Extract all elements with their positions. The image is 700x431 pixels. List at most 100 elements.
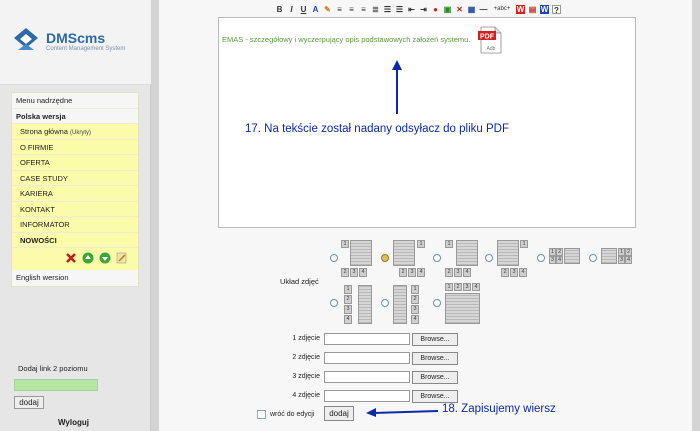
photo-file-input[interactable]	[324, 371, 410, 383]
layout-cell	[564, 248, 580, 264]
paste-icon[interactable]: ▤	[528, 5, 537, 14]
rich-text-editor[interactable]: EMAS - szczegółowy i wyczerpujący opis p…	[218, 17, 636, 228]
layout-cell: 3	[549, 256, 556, 264]
browse-button[interactable]: Browse...	[412, 390, 458, 403]
edit-icon[interactable]	[116, 252, 128, 264]
word-icon[interactable]: W	[540, 4, 549, 14]
layout-cell: 1	[417, 240, 425, 248]
layout-cell: 4	[359, 268, 367, 277]
layout-cell: 3	[408, 268, 416, 277]
font-color-button[interactable]: A	[311, 5, 320, 14]
layout-cell: 2	[411, 295, 419, 304]
layout-cell: 1	[445, 283, 453, 291]
layout-cell: 3	[411, 305, 419, 314]
layout-cell	[358, 285, 372, 324]
sidebar-item-case-study[interactable]: CASE STUDY	[12, 170, 138, 186]
move-down-icon[interactable]	[99, 252, 111, 264]
photo-label: 3 zdjęcie	[292, 373, 320, 380]
layout-cell: 2	[399, 268, 407, 277]
save-row-button[interactable]: dodaj	[324, 406, 354, 421]
english-version-link[interactable]: English wersion	[12, 270, 138, 286]
bold-button[interactable]: B	[275, 5, 284, 14]
align-justify-icon[interactable]: ≣	[371, 5, 380, 14]
layout-cell: 1	[549, 248, 556, 256]
layout-cell: 2	[454, 283, 462, 291]
sidebar-item-nowosci[interactable]: NOWOŚCI	[12, 232, 138, 248]
insert-text-button[interactable]: +abc+	[491, 5, 513, 14]
annotation-note-18: 18. Zapisujemy wiersz	[442, 403, 556, 415]
hidden-note: (Ukryty)	[70, 130, 92, 136]
align-left-icon[interactable]: ≡	[335, 5, 344, 14]
layout-cell: 4	[519, 268, 527, 277]
highlight-icon[interactable]: ✎	[323, 5, 332, 14]
editor-content[interactable]: EMAS - szczegółowy i wyczerpujący opis p…	[222, 35, 470, 44]
delete-icon[interactable]	[65, 252, 77, 264]
photo-label: 1 zdjęcie	[292, 335, 320, 342]
photo-file-input[interactable]	[324, 352, 410, 364]
help-icon[interactable]: ?	[552, 4, 561, 15]
sidebar-item-home[interactable]: Strona główna (Ukryty)	[12, 124, 138, 140]
unlink-icon[interactable]: ✕	[455, 5, 464, 14]
align-center-icon[interactable]: ≡	[347, 5, 356, 14]
bullet-list-icon[interactable]: ☰	[383, 5, 392, 14]
back-to-edit-label: wróć do edycji	[270, 411, 315, 418]
photo-label: 4 zdjęcie	[292, 392, 320, 399]
layout-cell	[393, 285, 407, 324]
layout-cell	[456, 240, 478, 266]
italic-button[interactable]: I	[287, 5, 296, 14]
browse-button[interactable]: Browse...	[412, 352, 458, 365]
layout-cell: 4	[411, 315, 419, 324]
sidebar-item-o-firmie[interactable]: O FIRMIE	[12, 139, 138, 155]
link-icon[interactable]: ●	[431, 5, 440, 14]
layout-cell: 1	[520, 240, 528, 248]
layout-cell: 4	[417, 268, 425, 277]
table-icon[interactable]: ▦	[467, 5, 476, 14]
layout-radio-3[interactable]	[433, 254, 441, 262]
move-up-icon[interactable]	[82, 252, 94, 264]
menu-parent-link[interactable]: Menu nadrzędne	[12, 93, 138, 109]
annotation-arrow-18	[366, 408, 439, 417]
layout-cell: 2	[501, 268, 509, 277]
underline-button[interactable]: U	[299, 5, 308, 14]
browse-button[interactable]: Browse...	[412, 333, 458, 346]
add-link-input[interactable]	[14, 379, 98, 391]
pdf-word-icon[interactable]: W	[516, 4, 525, 14]
layout-radio-4[interactable]	[485, 254, 493, 262]
logo-icon	[14, 28, 38, 50]
sidebar-item-informator[interactable]: INFORMATOR	[12, 217, 138, 233]
layout-radio-2[interactable]	[381, 254, 389, 262]
layout-radio-1[interactable]	[330, 254, 338, 262]
logo-subtitle: Content Management System	[46, 46, 126, 52]
logout-link[interactable]: Wyloguj	[58, 418, 89, 427]
layout-radio-5[interactable]	[537, 254, 545, 262]
add-link-button[interactable]: dodaj	[14, 396, 44, 409]
horizontal-rule-icon[interactable]: —	[479, 5, 488, 14]
layout-radio-6[interactable]	[589, 254, 597, 262]
layout-cell: 2	[556, 248, 563, 256]
layout-radio-7[interactable]	[330, 299, 338, 307]
polish-version-header: Polska wersja	[12, 108, 138, 124]
layout-radio-8[interactable]	[381, 299, 389, 307]
layout-cell: 1	[411, 285, 419, 294]
image-icon[interactable]: ▣	[443, 5, 452, 14]
browse-button[interactable]: Browse...	[412, 371, 458, 384]
layout-cell: 2	[341, 268, 349, 277]
outdent-icon[interactable]: ⇤	[407, 5, 416, 14]
sidebar-item-kariera[interactable]: KARIERA	[12, 186, 138, 202]
sidebar-item-kontakt[interactable]: KONTAKT	[12, 201, 138, 217]
layout-cell: 4	[625, 256, 632, 264]
layout-cell: 1	[344, 285, 352, 294]
photo-file-input[interactable]	[324, 390, 410, 402]
sidebar-item-oferta[interactable]: OFERTA	[12, 155, 138, 171]
sidebar: DMScms Content Management System Menu na…	[0, 0, 151, 431]
indent-icon[interactable]: ⇥	[419, 5, 428, 14]
numbered-list-icon[interactable]: ☰	[395, 5, 404, 14]
sidebar-menu: Menu nadrzędne Polska wersja Strona głów…	[11, 92, 139, 287]
layout-cell: 4	[556, 256, 563, 264]
back-to-edit-checkbox[interactable]	[257, 410, 266, 419]
add-link-label: Dodaj link 2 poziomu	[18, 364, 88, 373]
photo-file-input[interactable]	[324, 333, 410, 345]
layout-cell: 2	[445, 268, 453, 277]
layout-radio-9[interactable]	[433, 299, 441, 307]
align-right-icon[interactable]: ≡	[359, 5, 368, 14]
